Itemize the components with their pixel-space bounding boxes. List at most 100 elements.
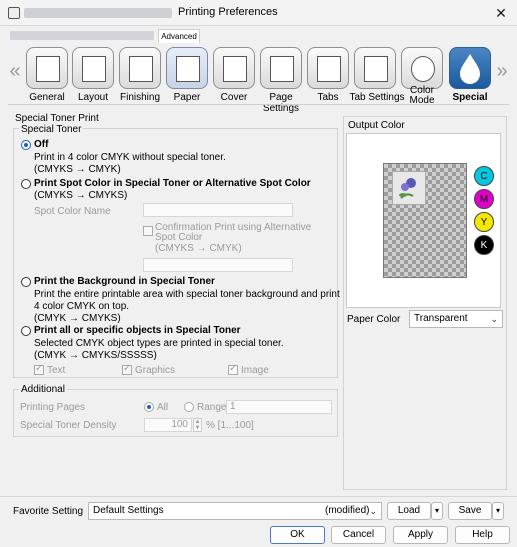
ink-black: K bbox=[474, 235, 494, 255]
spot-color-label: Print Spot Color in Special Toner or Alt… bbox=[34, 178, 311, 189]
toolbar-cover-button[interactable] bbox=[213, 47, 255, 89]
favorite-setting-label: Favorite Setting bbox=[13, 506, 84, 517]
ink-yellow: Y bbox=[474, 212, 494, 232]
additional-group-title: Additional bbox=[19, 384, 67, 395]
dropdown-arrow-icon: ▾ bbox=[434, 506, 439, 515]
pages-range-radio[interactable] bbox=[184, 402, 194, 412]
load-dropdown-button[interactable]: ▾ bbox=[431, 502, 443, 520]
cancel-button[interactable]: Cancel bbox=[331, 526, 386, 544]
background-description-1: Print the entire printable area with spe… bbox=[34, 289, 340, 300]
toner-density-input[interactable]: 100 bbox=[144, 418, 192, 432]
tab-advanced[interactable]: Advanced bbox=[158, 29, 200, 43]
scroll-left-arrow[interactable]: « bbox=[8, 60, 22, 83]
toolbar-page-settings-button[interactable] bbox=[260, 47, 302, 89]
paper-color-value: Transparent bbox=[414, 313, 468, 324]
layout-icon bbox=[82, 56, 106, 82]
off-description: Print in 4 color CMYK without special to… bbox=[34, 152, 226, 163]
paper-color-label: Paper Color bbox=[347, 314, 401, 325]
ok-button[interactable]: OK bbox=[270, 526, 325, 544]
spot-color-name-label: Spot Color Name bbox=[34, 206, 111, 217]
density-spinner[interactable]: ▲ ▼ bbox=[193, 418, 202, 432]
toolbar-layout-button[interactable] bbox=[72, 47, 114, 89]
toolbar-divider bbox=[8, 104, 509, 105]
flower-icon bbox=[399, 178, 416, 199]
tabs-icon bbox=[317, 56, 341, 82]
printer-icon bbox=[8, 7, 20, 19]
toolbar-tab-settings-label: Tab Settings bbox=[349, 92, 405, 103]
background-label: Print the Background in Special Toner bbox=[34, 276, 215, 287]
spot-color-radio[interactable] bbox=[21, 179, 31, 189]
tab-settings-icon bbox=[364, 56, 388, 82]
dropdown-arrow-icon: ▾ bbox=[495, 506, 500, 515]
text-checkbox[interactable] bbox=[34, 363, 44, 375]
load-button[interactable]: Load bbox=[387, 502, 431, 520]
toolbar-special-label: Special bbox=[452, 92, 488, 103]
printing-pages-label: Printing Pages bbox=[20, 402, 86, 413]
favorite-setting-state: (modified) bbox=[325, 505, 370, 516]
device-model-redacted bbox=[10, 31, 154, 40]
background-description-2: 4 color CMYK on top. bbox=[34, 301, 130, 312]
toolbar-color-mode-button[interactable] bbox=[401, 47, 443, 89]
confirmation-print-label: Confirmation Print using Alternative Spo… bbox=[155, 222, 312, 243]
confirmation-print-checkbox[interactable] bbox=[143, 226, 153, 236]
ink-cyan: C bbox=[474, 166, 494, 186]
off-label: Off bbox=[34, 139, 49, 150]
chevron-down-icon: ⌄ bbox=[369, 506, 377, 516]
save-dropdown-button[interactable]: ▾ bbox=[492, 502, 504, 520]
toner-drop-icon bbox=[460, 54, 480, 84]
spot-color-conversion: (CMYKS → CMYKS) bbox=[34, 190, 128, 201]
favorite-setting-select[interactable]: Default Settings (modified) ⌄ bbox=[88, 502, 382, 520]
pages-all-radio[interactable] bbox=[144, 402, 154, 412]
objects-description: Selected CMYK object types are printed i… bbox=[34, 338, 284, 349]
objects-conversion: (CMYK → CMYKS/SSSSS) bbox=[34, 350, 157, 361]
background-conversion: (CMYK → CMYKS) bbox=[34, 313, 121, 324]
printer-name-redacted bbox=[24, 8, 172, 18]
flower-image-preview bbox=[392, 171, 426, 205]
toolbar-special-button[interactable] bbox=[449, 47, 491, 89]
paper-icon bbox=[176, 56, 200, 82]
paper-color-select[interactable]: Transparent ⌄ bbox=[409, 310, 503, 328]
output-color-title: Output Color bbox=[348, 120, 405, 131]
off-radio[interactable] bbox=[21, 140, 31, 150]
special-toner-group-title: Special Toner bbox=[19, 124, 84, 135]
finishing-icon bbox=[129, 56, 153, 82]
footer-divider bbox=[0, 496, 517, 497]
scroll-right-arrow[interactable]: » bbox=[495, 60, 509, 83]
cover-icon bbox=[223, 56, 247, 82]
confirmation-print-conversion: (CMYKS → CMYK) bbox=[155, 243, 242, 254]
apply-button[interactable]: Apply bbox=[393, 526, 448, 544]
help-button[interactable]: Help bbox=[455, 526, 510, 544]
toolbar-tab-settings-button[interactable] bbox=[354, 47, 396, 89]
toolbar-tabs-button[interactable] bbox=[307, 47, 349, 89]
spot-color-name-input[interactable] bbox=[143, 203, 293, 217]
objects-label: Print all or specific objects in Special… bbox=[34, 325, 241, 336]
background-radio[interactable] bbox=[21, 277, 31, 287]
toner-density-unit: % [1...100] bbox=[206, 420, 254, 431]
toner-density-label: Special Toner Density bbox=[20, 420, 117, 431]
save-button[interactable]: Save bbox=[448, 502, 492, 520]
text-checkbox-label: Text bbox=[47, 365, 66, 376]
pages-range-input[interactable]: 1 bbox=[226, 400, 332, 414]
off-conversion: (CMYKS → CMYK) bbox=[34, 164, 121, 175]
graphics-checkbox-label: Graphics bbox=[135, 365, 176, 376]
window-title: Printing Preferences bbox=[178, 6, 278, 18]
toolbar-color-mode-label: Color Mode bbox=[409, 85, 435, 106]
toolbar-finishing-button[interactable] bbox=[119, 47, 161, 89]
chevron-down-icon: ⌄ bbox=[490, 314, 498, 324]
toolbar-general-button[interactable] bbox=[26, 47, 68, 89]
pages-all-label: All bbox=[157, 402, 169, 413]
favorite-setting-value: Default Settings bbox=[93, 505, 164, 516]
graphics-checkbox[interactable] bbox=[122, 363, 132, 375]
pages-range-label: Range bbox=[197, 402, 227, 413]
ink-magenta: M bbox=[474, 189, 494, 209]
color-mode-icon bbox=[411, 56, 435, 82]
special-toner-print-title: Special Toner Print bbox=[15, 113, 99, 124]
alternative-spot-color-input[interactable] bbox=[143, 258, 293, 272]
image-checkbox[interactable] bbox=[228, 363, 238, 375]
toolbar-paper-button[interactable] bbox=[166, 47, 208, 89]
image-checkbox-label: Image bbox=[241, 365, 269, 376]
page-settings-icon bbox=[270, 56, 294, 82]
general-icon bbox=[36, 56, 60, 82]
objects-radio[interactable] bbox=[21, 326, 31, 336]
close-button[interactable]: ✕ bbox=[489, 2, 513, 24]
